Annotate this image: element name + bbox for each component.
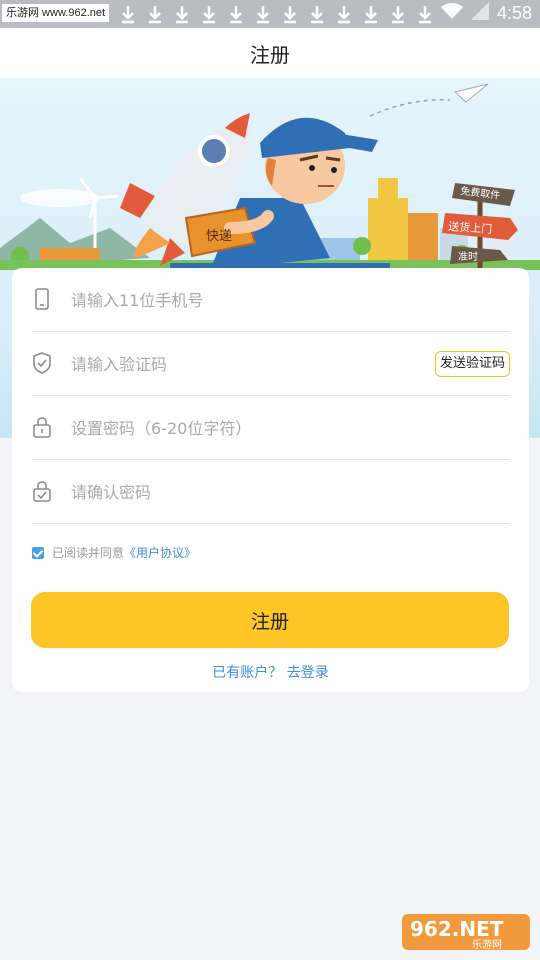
wifi-icon [440, 2, 463, 24]
lock-icon [32, 416, 52, 438]
download-icon [390, 4, 406, 24]
download-icon [174, 4, 190, 24]
watermark-logo-text: 962.NET [410, 917, 504, 941]
sign-label-3: 准时 [458, 251, 478, 263]
download-icon [336, 4, 352, 24]
password-field [32, 396, 510, 460]
phone-field [32, 268, 510, 332]
download-icon [363, 4, 379, 24]
site-watermark-logo: 962.NET 乐游网 [402, 912, 532, 952]
watermark-sub-text: 乐游网 [472, 938, 502, 951]
agreement-row: 已阅读并同意 《用户协议》 [32, 544, 196, 561]
clock: 4:58 [496, 2, 532, 23]
agreement-checkbox[interactable] [32, 546, 44, 559]
phone-icon [32, 288, 52, 310]
status-bar: 乐游网 www.962.net 4:58 [0, 0, 540, 28]
box-label: 快递 [206, 229, 232, 244]
code-field: 发送验证码 [32, 332, 510, 396]
login-link[interactable]: 已有账户？ 去登录 [12, 662, 529, 682]
phone-input[interactable] [69, 282, 433, 318]
confirm-password-field [32, 460, 510, 524]
title-bar: 注册 [0, 28, 540, 78]
password-input[interactable] [69, 410, 433, 446]
register-button[interactable]: 注册 [31, 592, 509, 648]
download-notifications [120, 4, 433, 24]
download-icon [201, 4, 217, 24]
page-title: 注册 [250, 42, 290, 67]
signal-icon [470, 2, 489, 24]
download-icon [309, 4, 325, 24]
send-code-button[interactable]: 发送验证码 [434, 351, 510, 377]
confirm-password-input[interactable] [69, 474, 433, 510]
download-icon [228, 4, 244, 24]
download-icon [120, 4, 136, 24]
agreement-link[interactable]: 《用户协议》 [124, 544, 196, 561]
download-icon [255, 4, 271, 24]
download-icon [282, 4, 298, 24]
download-icon [147, 4, 163, 24]
agreement-text: 已阅读并同意 [52, 546, 125, 560]
download-icon [417, 4, 433, 24]
lock-check-icon [32, 480, 52, 502]
status-site-label: 乐游网 www.962.net [2, 4, 110, 22]
shield-icon [32, 352, 52, 374]
register-form-card: 发送验证码 已阅读并同意 《用户协议》 注册 已有账户？ 去登录 [12, 268, 529, 692]
code-input[interactable] [69, 346, 433, 382]
